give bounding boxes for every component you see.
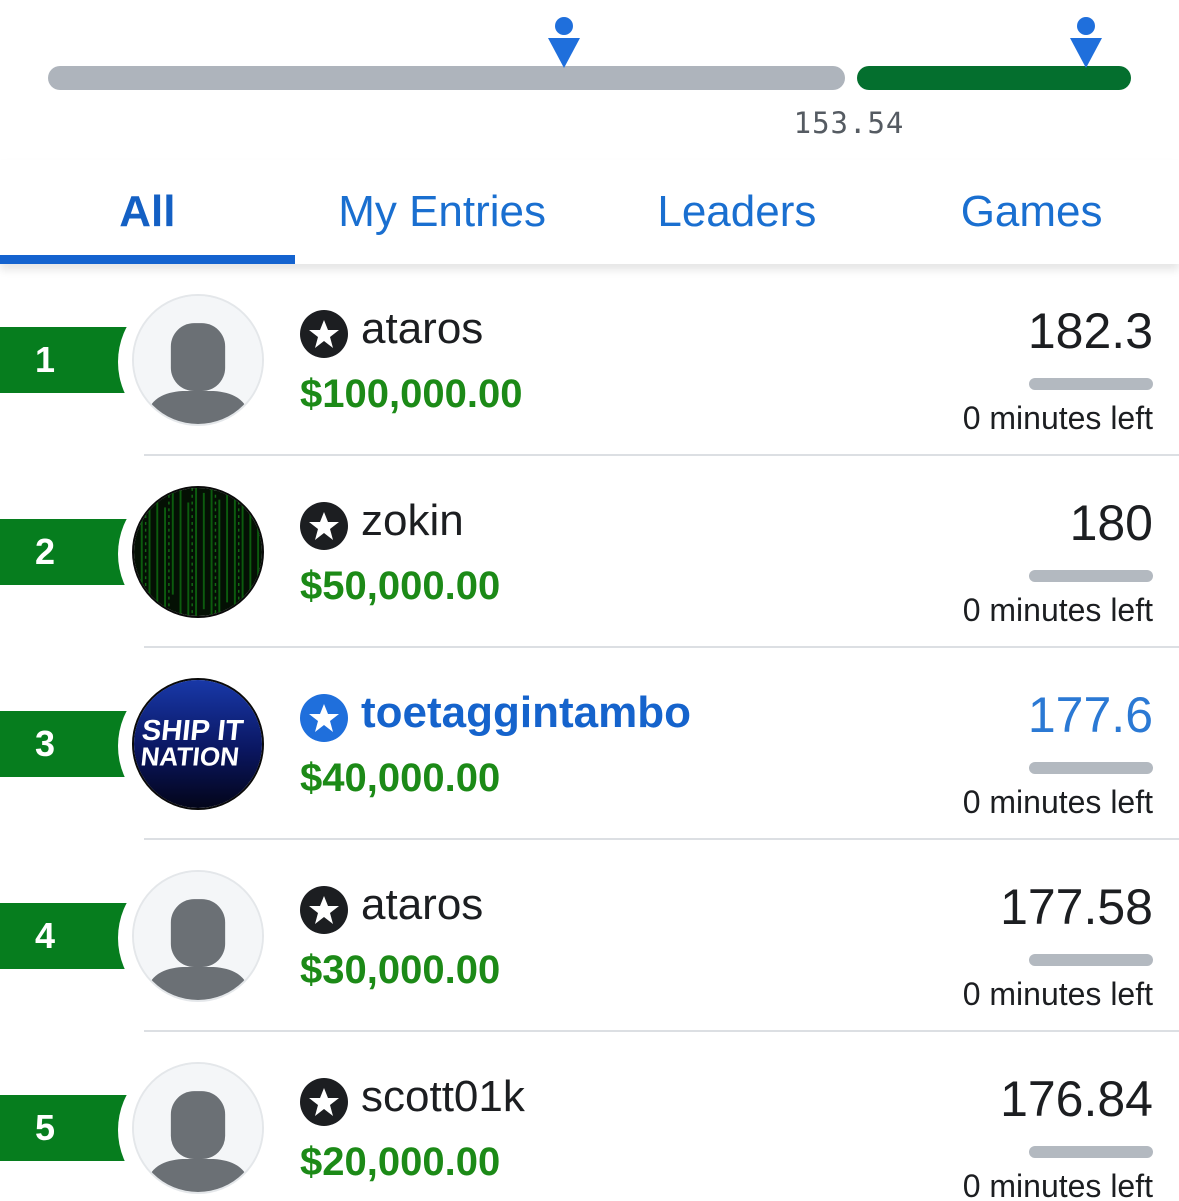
payout-threshold-label: 153.54 (793, 106, 905, 140)
time-left: 0 minutes left (962, 784, 1153, 820)
avatar-logo-text: NATION (139, 741, 241, 771)
username[interactable]: toetaggintambo (361, 688, 691, 738)
prize-amount: $20,000.00 (300, 1140, 501, 1184)
prize-amount: $100,000.00 (300, 372, 523, 416)
default-avatar (132, 870, 264, 1002)
tab-my-entries[interactable]: My Entries (295, 160, 590, 264)
time-remaining-bar (1029, 954, 1153, 966)
tab-bar: All My Entries Leaders Games (0, 160, 1179, 264)
leaderboard-list: 1 ataros $100,000.00 182.3 0 minutes lef… (0, 264, 1179, 1201)
score: 182.3 (1027, 303, 1153, 359)
time-remaining-bar (1029, 762, 1153, 774)
prize-amount: $40,000.00 (300, 756, 501, 800)
payout-track-unpaid (48, 66, 845, 90)
time-left: 0 minutes left (962, 1168, 1153, 1201)
leaderboard-row-me[interactable]: 3 SHIP IT NATION toetaggintambo $40,000.… (0, 648, 1179, 840)
user-marker-icon (548, 17, 580, 68)
prize-amount: $50,000.00 (300, 564, 501, 608)
star-icon (300, 1078, 348, 1126)
star-icon (300, 502, 348, 550)
time-left: 0 minutes left (962, 592, 1153, 628)
tab-leaders[interactable]: Leaders (590, 160, 885, 264)
leaderboard-row[interactable]: 5 scott01k $20,000.00 176.84 0 minutes l… (0, 1032, 1179, 1201)
time-remaining-bar (1029, 570, 1153, 582)
rank-badge: 5 (0, 1095, 128, 1161)
star-icon (300, 310, 348, 358)
leaderboard-row[interactable]: 4 ataros $30,000.00 177.58 0 minutes lef… (0, 840, 1179, 1032)
payout-bar: 153.54 (0, 0, 1179, 160)
tab-all[interactable]: All (0, 160, 295, 264)
score: 176.84 (1000, 1071, 1153, 1127)
leaderboard-row[interactable]: 1 ataros $100,000.00 182.3 0 minutes lef… (0, 264, 1179, 456)
prize-amount: $30,000.00 (300, 948, 501, 992)
username[interactable]: ataros (361, 304, 483, 354)
username[interactable]: scott01k (361, 1072, 525, 1122)
rank-badge: 1 (0, 327, 128, 393)
time-left: 0 minutes left (962, 976, 1153, 1012)
time-left: 0 minutes left (962, 400, 1153, 436)
username[interactable]: zokin (361, 496, 464, 546)
default-avatar (132, 1062, 264, 1194)
matrix-avatar (132, 486, 264, 618)
rank-badge: 3 (0, 711, 128, 777)
score: 180 (1069, 495, 1153, 551)
default-avatar (132, 294, 264, 426)
ship-it-nation-avatar: SHIP IT NATION (132, 678, 264, 810)
leaderboard-row[interactable]: 2 zokin $50,000.00 180 0 minutes left (0, 456, 1179, 648)
username[interactable]: ataros (361, 880, 483, 930)
time-remaining-bar (1029, 1146, 1153, 1158)
score: 177.6 (1027, 687, 1153, 743)
star-icon (300, 694, 348, 742)
user-marker-icon (1070, 17, 1102, 68)
rank-badge: 4 (0, 903, 128, 969)
star-icon (300, 886, 348, 934)
rank-badge: 2 (0, 519, 128, 585)
score: 177.58 (1000, 879, 1153, 935)
tab-games[interactable]: Games (884, 160, 1179, 264)
time-remaining-bar (1029, 378, 1153, 390)
